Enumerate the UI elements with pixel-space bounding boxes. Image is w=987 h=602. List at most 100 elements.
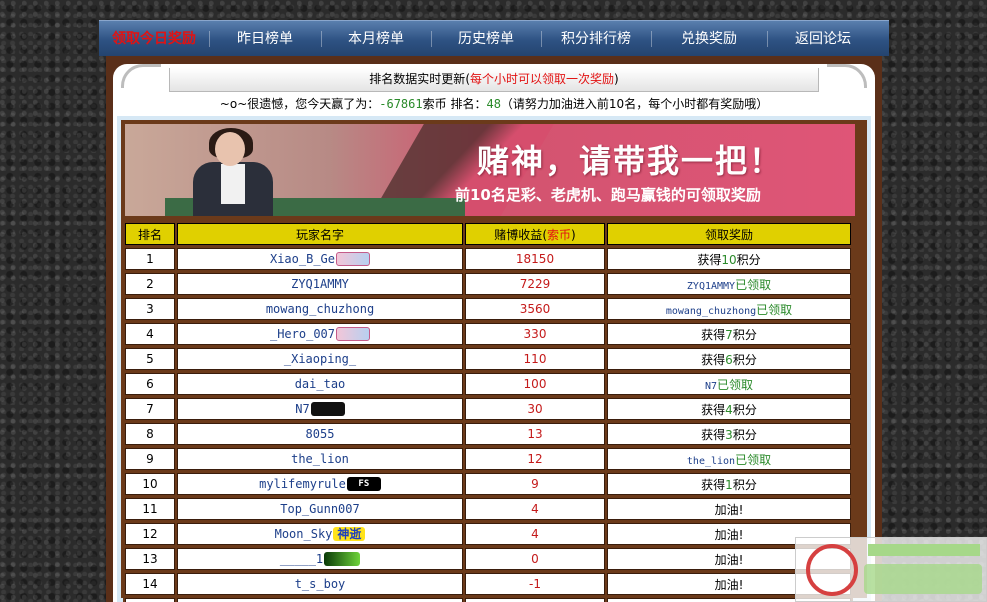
reward-points: 10 bbox=[721, 252, 737, 267]
player-name-link[interactable]: the_lion bbox=[291, 452, 349, 466]
player-name-link[interactable]: _____1 bbox=[280, 552, 323, 566]
reward-prefix: 获得 bbox=[701, 427, 726, 442]
claim-reward-link[interactable]: 获得1积分 bbox=[607, 473, 851, 495]
claim-reward-link[interactable]: 获得7积分 bbox=[607, 323, 851, 345]
table-row: 15Gr0uP-1加油! bbox=[125, 598, 851, 602]
nav-redeem[interactable]: 兑换奖励 bbox=[651, 21, 767, 57]
claimed-status: 已领取 bbox=[717, 377, 754, 392]
player-badge-icon bbox=[324, 552, 361, 567]
reward-cell: N7已领取 bbox=[607, 373, 851, 395]
dealer-image bbox=[165, 128, 465, 216]
player-cell: t_s_boy bbox=[177, 573, 463, 595]
cheer-text: 加油! bbox=[714, 502, 744, 517]
player-cell: mowang_chuzhong bbox=[177, 298, 463, 320]
caption-text: 排名数据实时更新 bbox=[369, 72, 466, 86]
rank-cell: 1 bbox=[125, 248, 175, 270]
header-reward: 领取奖励 bbox=[607, 223, 851, 245]
player-name-link[interactable]: N7 bbox=[295, 402, 309, 416]
ranking-table-body: 1 Xiao_B_Ge 18150 获得10积分 2 ZYQ1AMMY 7229 ZYQ1AM… bbox=[125, 248, 851, 602]
player-badge-icon: FS bbox=[346, 477, 381, 492]
player-name-link[interactable]: Top_Gunn007 bbox=[280, 502, 359, 516]
earnings-cell: 100 bbox=[465, 373, 605, 395]
player-name-link[interactable]: t_s_boy bbox=[295, 577, 346, 591]
player-name-link[interactable]: Xiao_B_Ge bbox=[270, 252, 335, 266]
earnings-cell: 4 bbox=[465, 523, 605, 545]
status-unit: 索币 bbox=[422, 97, 447, 111]
main-panel: 排名数据实时更新(每个小时可以领取一次奖励) ~o~很遗憾，您今天赢了为：-67… bbox=[106, 56, 882, 602]
claimer-name: N7 bbox=[704, 380, 718, 392]
claimed-status: 已领取 bbox=[756, 302, 793, 317]
player-badge-icon bbox=[336, 252, 371, 267]
nav-history-list[interactable]: 历史榜单 bbox=[431, 21, 541, 57]
reward-suffix: 积分 bbox=[732, 402, 757, 417]
reward-suffix: 积分 bbox=[732, 477, 757, 492]
reward-cell: 加油! bbox=[607, 498, 851, 520]
header-earnings-label: 赌博收益 bbox=[494, 227, 543, 242]
nav-back-forum[interactable]: 返回论坛 bbox=[767, 21, 879, 57]
status-suffix: （请努力加油进入前10名，每个小时都有奖励哦） bbox=[500, 97, 769, 111]
table-row: 5 _Xiaoping_ 110 获得6积分 bbox=[125, 348, 851, 370]
player-cell: Moon_Sky 神逝 bbox=[177, 523, 463, 545]
player-cell: Xiao_B_Ge bbox=[177, 248, 463, 270]
earnings-cell: 13 bbox=[465, 423, 605, 445]
reward-points: 6 bbox=[725, 352, 733, 367]
player-name-link[interactable]: Moon_Sky bbox=[275, 527, 333, 541]
rank-cell: 14 bbox=[125, 573, 175, 595]
player-badge-icon: 神逝 bbox=[333, 527, 366, 542]
ranking-table: 排名 玩家名字 赌博收益(索币) 领取奖励 1 Xiao_B_Ge 18150 获得1… bbox=[123, 220, 853, 602]
cheer-text: 加油! bbox=[714, 552, 744, 567]
earnings-cell: 7229 bbox=[465, 273, 605, 295]
player-name-link[interactable]: 8055 bbox=[306, 427, 335, 441]
player-name-link[interactable]: dai_tao bbox=[295, 377, 346, 391]
claim-reward-link[interactable]: 获得3积分 bbox=[607, 423, 851, 445]
page-frame: 领取今日奖励 昨日榜单 本月榜单 历史榜单 积分排行榜 兑换奖励 返回论坛 排名… bbox=[99, 20, 889, 602]
rank-cell: 3 bbox=[125, 298, 175, 320]
cheer-text: 加油! bbox=[714, 527, 744, 542]
rank-cell: 8 bbox=[125, 423, 175, 445]
reward-prefix: 获得 bbox=[697, 252, 722, 267]
table-row: 13 _____1 0 加油! bbox=[125, 548, 851, 570]
claimer-name: ZYQ1AMMY bbox=[686, 280, 736, 292]
player-name-link[interactable]: mowang_chuzhong bbox=[266, 302, 374, 316]
earnings-cell: 12 bbox=[465, 448, 605, 470]
content-frame: 赌神，请带我一把！ 前10名足彩、老虎机、跑马赢钱的可领取奖励 排名 玩家名字 … bbox=[121, 120, 867, 602]
nav-yesterday-list[interactable]: 昨日榜单 bbox=[209, 21, 321, 57]
earnings-cell: 4 bbox=[465, 498, 605, 520]
watermark-circle-icon bbox=[806, 544, 858, 596]
nav-points-ranking[interactable]: 积分排行榜 bbox=[541, 21, 651, 57]
player-cell: _Hero_007 bbox=[177, 323, 463, 345]
top-nav: 领取今日奖励 昨日榜单 本月榜单 历史榜单 积分排行榜 兑换奖励 返回论坛 bbox=[99, 20, 889, 56]
header-player: 玩家名字 bbox=[177, 223, 463, 245]
player-name-link[interactable]: mylifemyrule bbox=[259, 477, 346, 491]
watermark-bar bbox=[864, 564, 982, 594]
player-name-link[interactable]: _Xiaoping_ bbox=[284, 352, 356, 366]
table-row: 11 Top_Gunn007 4 加油! bbox=[125, 498, 851, 520]
player-cell: ZYQ1AMMY bbox=[177, 273, 463, 295]
claimer-name: mowang_chuzhong bbox=[665, 305, 757, 317]
claim-reward-link[interactable]: 获得4积分 bbox=[607, 398, 851, 420]
claimer-name: the_lion bbox=[686, 455, 736, 467]
nav-claim-today[interactable]: 领取今日奖励 bbox=[99, 21, 209, 57]
table-row: 1 Xiao_B_Ge 18150 获得10积分 bbox=[125, 248, 851, 270]
player-badge-icon bbox=[310, 402, 345, 417]
rank-cell: 2 bbox=[125, 273, 175, 295]
claimed-status: 已领取 bbox=[735, 277, 772, 292]
earnings-cell: 30 bbox=[465, 398, 605, 420]
player-name-link[interactable]: ZYQ1AMMY bbox=[291, 277, 349, 291]
reward-points: 3 bbox=[725, 427, 733, 442]
panel-inner: 排名数据实时更新(每个小时可以领取一次奖励) ~o~很遗憾，您今天赢了为：-67… bbox=[113, 64, 875, 602]
claim-reward-link[interactable]: 获得6积分 bbox=[607, 348, 851, 370]
watermark-bar bbox=[868, 544, 980, 556]
reward-prefix: 获得 bbox=[701, 477, 726, 492]
nav-month-list[interactable]: 本月榜单 bbox=[321, 21, 431, 57]
earnings-cell: -1 bbox=[465, 598, 605, 602]
player-name-link[interactable]: _Hero_007 bbox=[270, 327, 335, 341]
table-row: 3 mowang_chuzhong 3560 mowang_chuzhong已领取 bbox=[125, 298, 851, 320]
table-row: 9 the_lion 12 the_lion已领取 bbox=[125, 448, 851, 470]
player-badge-icon bbox=[336, 327, 371, 342]
claim-reward-link[interactable]: 获得10积分 bbox=[607, 248, 851, 270]
reward-cell: ZYQ1AMMY已领取 bbox=[607, 273, 851, 295]
earnings-cell: 18150 bbox=[465, 248, 605, 270]
table-row: 8 8055 13 获得3积分 bbox=[125, 423, 851, 445]
promo-banner: 赌神，请带我一把！ 前10名足彩、老虎机、跑马赢钱的可领取奖励 bbox=[125, 124, 855, 216]
